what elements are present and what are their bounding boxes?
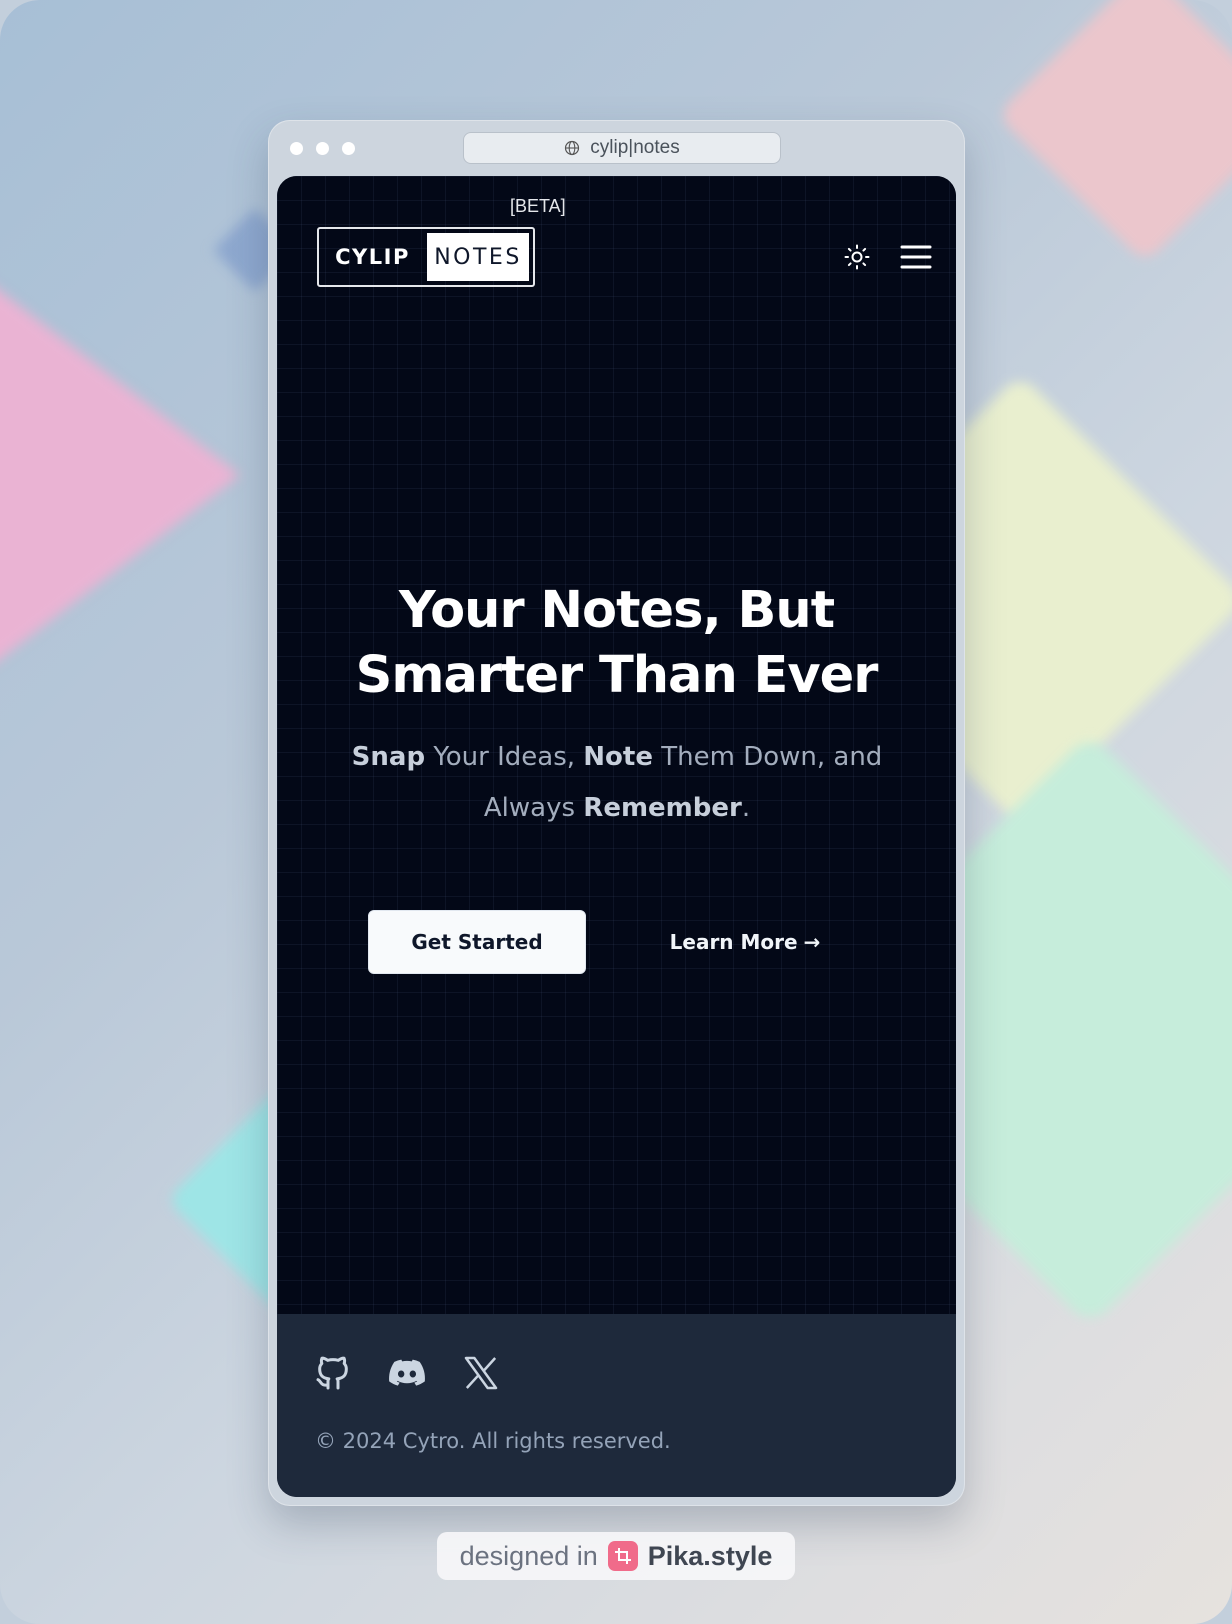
crop-icon bbox=[607, 1541, 638, 1571]
sub-note: Note bbox=[583, 742, 653, 772]
discord-icon[interactable] bbox=[387, 1353, 427, 1393]
decor-shape bbox=[996, 0, 1232, 264]
hero-subtitle: Snap Your Ideas, Note Them Down, and Alw… bbox=[337, 732, 897, 834]
hero-section: [BETA] CYLIP NOTES Your Notes, But Smart… bbox=[277, 176, 956, 1314]
browser-window: cylip|notes [BETA] CYLIP NOTES Your Note… bbox=[268, 120, 965, 1506]
app-screen: [BETA] CYLIP NOTES Your Notes, But Smart… bbox=[277, 176, 956, 1497]
logo[interactable]: CYLIP NOTES bbox=[317, 227, 535, 287]
get-started-button[interactable]: Get Started bbox=[368, 910, 586, 974]
decor-shape bbox=[0, 245, 240, 705]
x-twitter-icon[interactable] bbox=[461, 1353, 501, 1393]
logo-text-cylip: CYLIP bbox=[335, 245, 410, 269]
window-dot[interactable] bbox=[342, 142, 355, 155]
sub-end: . bbox=[741, 793, 751, 823]
copyright-text: © 2024 Cytro. All rights reserved. bbox=[315, 1429, 671, 1453]
address-bar[interactable]: cylip|notes bbox=[463, 132, 781, 164]
window-dot[interactable] bbox=[316, 142, 329, 155]
learn-more-label: Learn More bbox=[669, 930, 798, 954]
footer: © 2024 Cytro. All rights reserved. bbox=[277, 1314, 956, 1497]
arrow-right-icon: → bbox=[803, 930, 821, 954]
globe-icon bbox=[565, 140, 580, 156]
url-text: cylip|notes bbox=[590, 137, 680, 158]
logo-text-notes: NOTES bbox=[427, 233, 529, 281]
window-controls bbox=[290, 142, 355, 155]
github-icon[interactable] bbox=[313, 1353, 353, 1393]
headline-line-2: Smarter Than Ever bbox=[355, 646, 879, 705]
learn-more-link[interactable]: Learn More → bbox=[665, 910, 825, 974]
badge-prefix: designed in bbox=[459, 1540, 598, 1571]
hamburger-menu-icon[interactable] bbox=[900, 243, 932, 271]
sub-snap: Snap bbox=[351, 742, 426, 772]
hero-headline: Your Notes, But Smarter Than Ever bbox=[277, 578, 956, 708]
badge-brand: Pika.style bbox=[647, 1540, 773, 1571]
window-dot[interactable] bbox=[290, 142, 303, 155]
beta-label: [BETA] bbox=[510, 196, 566, 216]
sub-remember: Remember bbox=[583, 793, 742, 823]
sun-icon[interactable] bbox=[844, 244, 870, 270]
designed-in-badge[interactable]: designed in Pika.style bbox=[437, 1532, 795, 1580]
sub-part-1: Your Ideas, bbox=[425, 742, 584, 772]
headline-line-1: Your Notes, But bbox=[398, 581, 835, 640]
